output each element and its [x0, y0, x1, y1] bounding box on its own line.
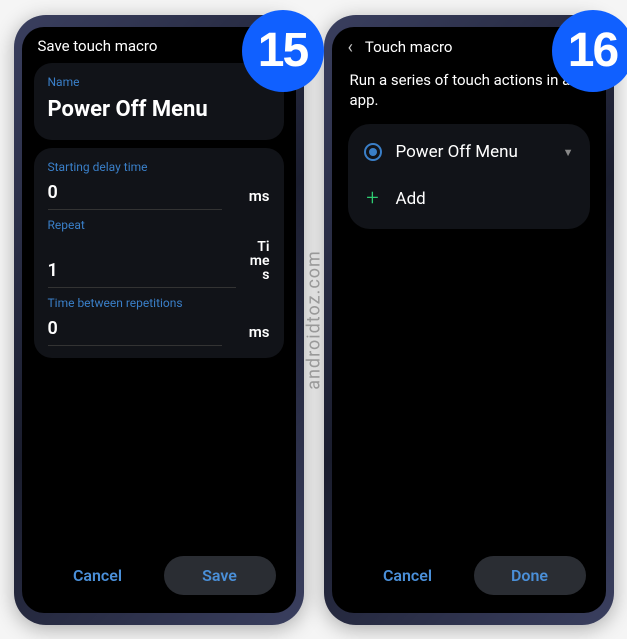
phone-frame-right: 16 ‹ Touch macro Run a series of touch a… [324, 15, 614, 625]
page-title: Touch macro [365, 38, 453, 56]
plus-icon: + [364, 186, 382, 211]
macro-item[interactable]: Power Off Menu ▼ [348, 130, 590, 174]
between-unit: ms [232, 325, 270, 346]
back-icon[interactable]: ‹ [348, 37, 353, 58]
delay-label: Starting delay time [48, 160, 270, 174]
macro-list: Power Off Menu ▼ + Add [348, 124, 590, 229]
settings-card: Starting delay time 0 ms Repeat 1 Times [34, 148, 284, 358]
name-label: Name [48, 75, 270, 89]
repeat-unit: Times [246, 240, 270, 288]
repeat-input[interactable]: 1 [48, 260, 236, 288]
done-button[interactable]: Done [474, 556, 586, 595]
step-badge-16: 16 [552, 10, 627, 92]
cancel-button[interactable]: Cancel [352, 556, 464, 595]
radio-icon[interactable] [364, 143, 382, 161]
repeat-label: Repeat [48, 218, 270, 232]
step-badge-15: 15 [242, 10, 324, 92]
name-card: Name Power Off Menu [34, 63, 284, 140]
add-row[interactable]: + Add [348, 174, 590, 223]
delay-unit: ms [232, 189, 270, 210]
between-input[interactable]: 0 [48, 318, 222, 346]
name-input[interactable]: Power Off Menu [48, 97, 270, 128]
delay-input[interactable]: 0 [48, 182, 222, 210]
cancel-button[interactable]: Cancel [42, 556, 154, 595]
macro-item-label: Power Off Menu [396, 142, 518, 162]
watermark-text: androidtoz.com [303, 250, 324, 390]
between-label: Time between repetitions [48, 296, 270, 310]
add-label: Add [396, 189, 426, 209]
phone-frame-left: 15 Save touch macro Name Power Off Menu … [14, 15, 304, 625]
chevron-down-icon[interactable]: ▼ [563, 146, 574, 159]
save-button[interactable]: Save [164, 556, 276, 595]
